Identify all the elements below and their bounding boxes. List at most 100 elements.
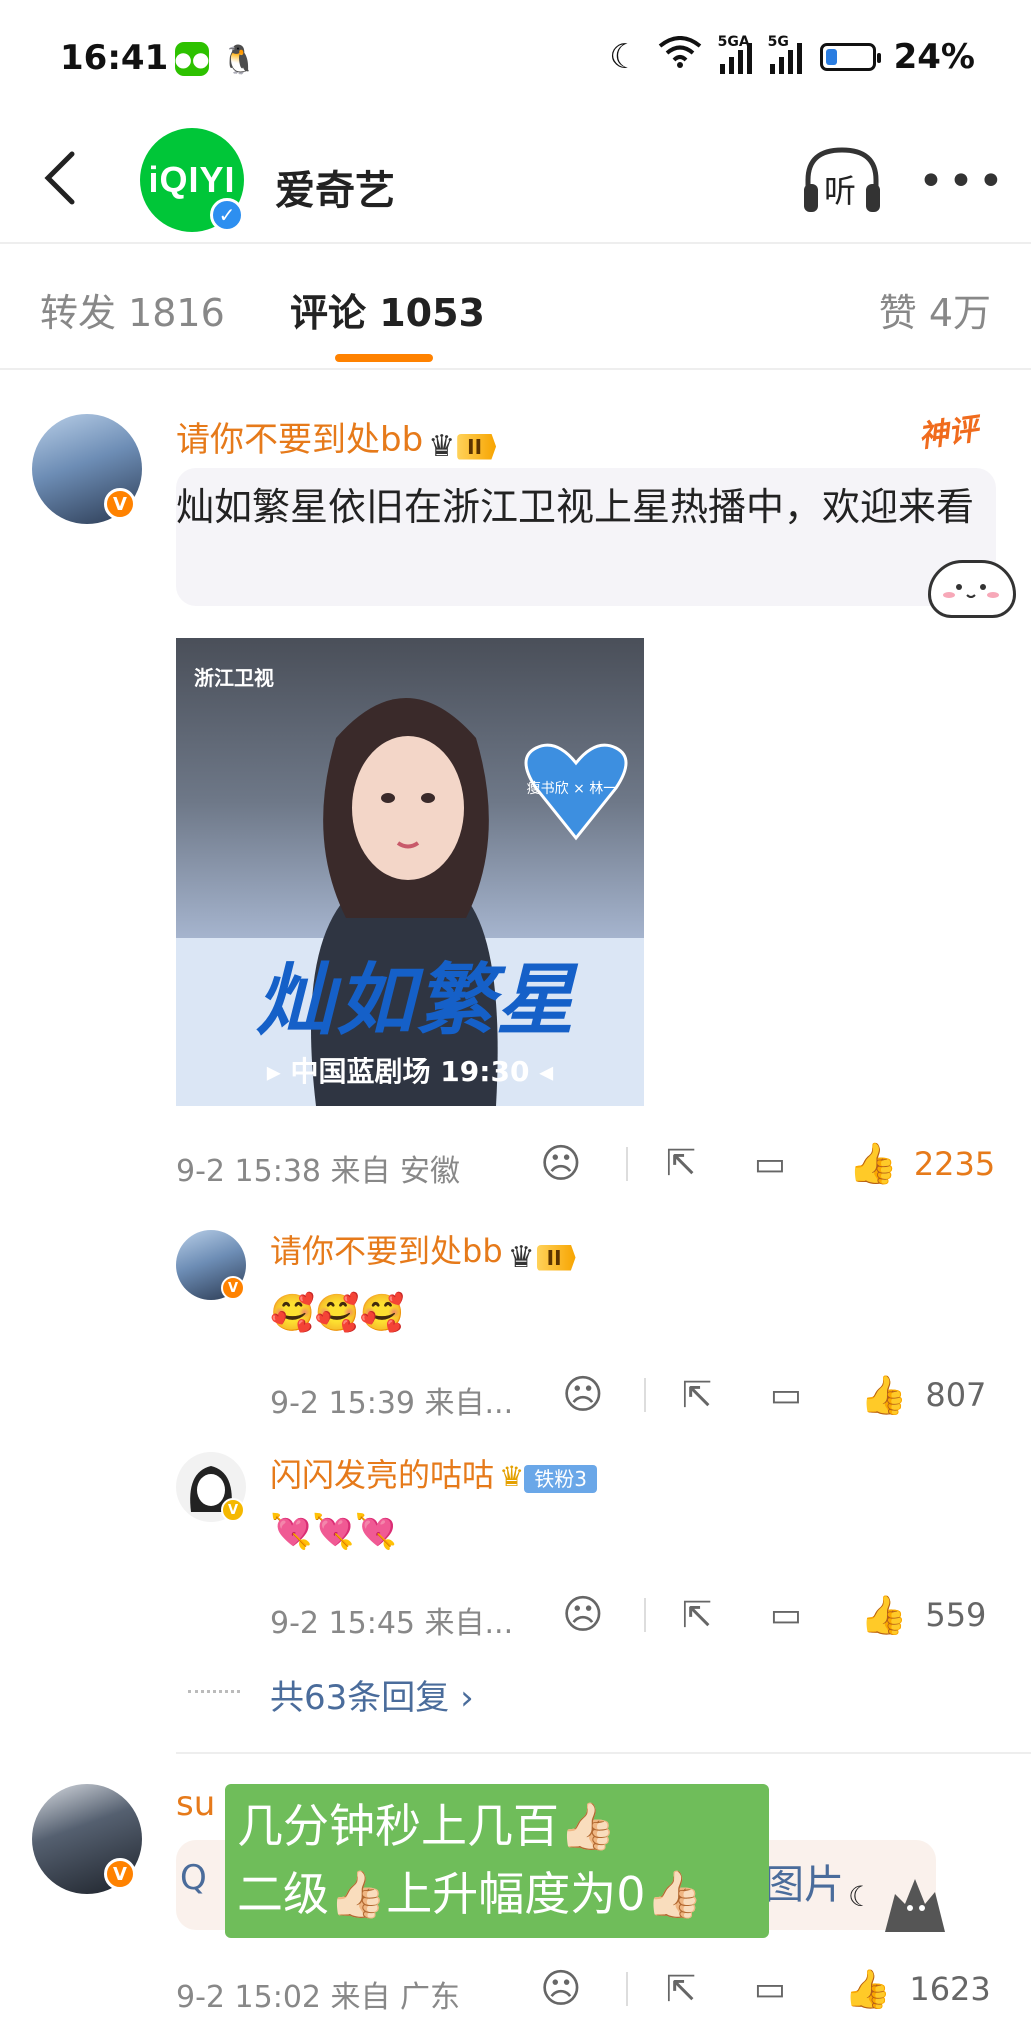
share-icon[interactable]: ⇱ bbox=[682, 1595, 712, 1636]
level-badge: ♛ II bbox=[508, 1240, 576, 1275]
status-right: ☾ 5GA 5G 24% bbox=[609, 34, 975, 77]
divider bbox=[176, 1752, 1031, 1754]
like-icon[interactable]: 👍 bbox=[848, 1140, 898, 1187]
crown-icon: ♛ bbox=[507, 1240, 535, 1275]
channel-logo: 浙江卫视 bbox=[194, 666, 274, 690]
comment-image[interactable]: 浙江卫视 瘦书欣 × 林一 灿如繁星 ▸ 中国蓝剧场 19:30 ◂ bbox=[176, 638, 644, 1106]
like-icon[interactable]: 👍 bbox=[860, 1593, 907, 1638]
signal-5g-label: 5G bbox=[767, 33, 789, 50]
moon-icon: ☾ bbox=[848, 1880, 874, 1913]
chevron-right-icon: › bbox=[460, 1678, 474, 1718]
divider bbox=[625, 1146, 628, 1181]
divider bbox=[625, 1972, 628, 2006]
battery-percent: 24% bbox=[893, 36, 975, 77]
overlay-note: 几分钟秒上几百👍🏻 二级👍🏻上升幅度为0👍🏻 bbox=[225, 1784, 769, 1938]
fan-crown-icon: ♛ bbox=[499, 1460, 525, 1493]
reply-meta: 9-2 15:39 来自... bbox=[270, 1386, 514, 1421]
comment-username[interactable]: 请你不要到处bb bbox=[176, 420, 423, 460]
like-icon[interactable]: 👍 bbox=[844, 1967, 891, 2012]
reply-icon[interactable]: ▭ bbox=[754, 1969, 786, 2009]
battery-fill bbox=[825, 48, 837, 65]
dislike-icon[interactable]: ☹ bbox=[562, 1592, 604, 1638]
verified-icon: V bbox=[221, 1276, 245, 1300]
reply-username[interactable]: 闪闪发亮的咕咕 bbox=[270, 1456, 494, 1494]
qq-icon: 🐧 bbox=[221, 42, 257, 76]
logo-text: iQIYI bbox=[148, 159, 236, 200]
more-options-icon[interactable]: ••• bbox=[918, 160, 1008, 204]
signal-5ga-label: 5GA bbox=[717, 33, 750, 50]
top-nav: iQIYI ✓ 爱奇艺 听 ••• bbox=[0, 120, 1031, 244]
character-sticker-icon bbox=[880, 1874, 950, 1934]
level-text: II bbox=[536, 1244, 576, 1271]
reply-header: 请你不要到处bb ♛ II bbox=[270, 1226, 576, 1275]
tab-active-indicator bbox=[335, 354, 433, 362]
status-time: 16:41 bbox=[60, 38, 169, 78]
account-name[interactable]: 爱奇艺 bbox=[275, 158, 395, 216]
share-icon[interactable]: ⇱ bbox=[682, 1375, 712, 1416]
like-count: 2235 bbox=[913, 1144, 996, 1183]
dislike-icon[interactable]: ☹ bbox=[540, 1141, 582, 1187]
comment-actions: ☹ ⇱ ▭ 👍 1623 bbox=[540, 1966, 991, 2012]
share-icon[interactable]: ⇱ bbox=[666, 1143, 696, 1184]
dislike-icon[interactable]: ☹ bbox=[540, 1966, 582, 2012]
search-icon[interactable]: Q bbox=[180, 1858, 207, 1898]
reply-icon[interactable]: ▭ bbox=[754, 1144, 786, 1184]
like-count: 559 bbox=[925, 1596, 987, 1634]
poster-slot: ▸ 中国蓝剧场 19:30 ◂ bbox=[266, 1055, 554, 1088]
verified-icon: V bbox=[104, 488, 136, 520]
comment-text: 灿如繁星依旧在浙江卫视上星热播中，欢迎来看 bbox=[176, 485, 975, 529]
comment-meta: 9-2 15:02 来自 广东 bbox=[176, 1980, 461, 2015]
view-more-replies[interactable]: 共63条回复 › bbox=[270, 1670, 474, 1719]
verified-icon: V bbox=[221, 1498, 245, 1522]
more-replies-label: 共63条回复 bbox=[270, 1678, 450, 1718]
dotted-divider bbox=[188, 1690, 240, 1693]
comment-meta: 9-2 15:38 来自 安徽 bbox=[176, 1154, 461, 1189]
poster-slot-text: 中国蓝剧场 19:30 bbox=[290, 1055, 530, 1088]
verified-icon: V bbox=[104, 1858, 136, 1890]
wechat-icon: ●● bbox=[175, 42, 209, 76]
level-badge: ♛ II bbox=[428, 429, 497, 464]
listen-label: 听 bbox=[824, 172, 857, 210]
heart-caption: 瘦书欣 × 林一 bbox=[526, 781, 618, 797]
reply-icon[interactable]: ▭ bbox=[770, 1375, 802, 1415]
divider bbox=[643, 1378, 646, 1412]
status-bar: 16:41 ●● 🐧 ☾ 5GA 5G 24% bbox=[0, 0, 1031, 120]
like-icon[interactable]: 👍 bbox=[860, 1373, 907, 1418]
signal-5ga-icon: 5GA bbox=[718, 34, 752, 74]
overlay-line-1: 几分钟秒上几百👍🏻 bbox=[237, 1799, 617, 1853]
level-text: II bbox=[457, 433, 497, 460]
comment-username[interactable]: su bbox=[176, 1784, 215, 1824]
tab-repost[interactable]: 转发 1816 bbox=[40, 282, 225, 337]
listen-button[interactable]: 听 bbox=[800, 144, 884, 216]
tab-bar: 转发 1816 评论 1053 赞 4万 bbox=[0, 244, 1031, 370]
reply-emojis: 💘💘💘 bbox=[270, 1512, 398, 1552]
comment-actions: ☹ ⇱ ▭ 👍 2235 bbox=[540, 1140, 996, 1188]
reply-actions: ☹ ⇱ ▭ 👍 559 bbox=[562, 1592, 986, 1638]
comment-header: 请你不要到处bb ♛ II bbox=[176, 412, 497, 464]
reply-emojis: 🥰🥰🥰 bbox=[270, 1293, 405, 1334]
verified-icon: ✓ bbox=[210, 198, 244, 232]
dislike-icon[interactable]: ☹ bbox=[562, 1372, 604, 1418]
top-comment-badge: 神评 bbox=[916, 411, 981, 455]
reply-username[interactable]: 请你不要到处bb bbox=[270, 1232, 503, 1270]
reply-actions: ☹ ⇱ ▭ 👍 807 bbox=[562, 1372, 986, 1418]
signal-5g-icon: 5G bbox=[768, 34, 802, 74]
back-icon[interactable] bbox=[38, 148, 86, 208]
like-count: 1623 bbox=[909, 1970, 991, 2008]
divider bbox=[643, 1598, 646, 1632]
wifi-icon bbox=[658, 36, 702, 77]
crown-icon: ♛ bbox=[428, 429, 456, 464]
search-link-text[interactable]: 图片 bbox=[764, 1852, 844, 1910]
reply-icon[interactable]: ▭ bbox=[770, 1595, 802, 1635]
tab-likes[interactable]: 赞 4万 bbox=[879, 282, 991, 337]
overlay-line-2: 二级👍🏻上升幅度为0👍🏻 bbox=[237, 1867, 703, 1921]
tab-comments[interactable]: 评论 1053 bbox=[290, 282, 485, 337]
bear-sticker-icon bbox=[928, 560, 1016, 618]
poster-title: 灿如繁星 bbox=[256, 956, 577, 1046]
like-count: 807 bbox=[925, 1376, 987, 1414]
reply-header: 闪闪发亮的咕咕 ♛ 铁粉3 bbox=[270, 1450, 597, 1496]
do-not-disturb-icon: ☾ bbox=[609, 36, 640, 77]
share-icon[interactable]: ⇱ bbox=[666, 1969, 696, 2010]
reply-meta: 9-2 15:45 来自... bbox=[270, 1606, 514, 1641]
fan-badge: 铁粉3 bbox=[524, 1465, 597, 1493]
